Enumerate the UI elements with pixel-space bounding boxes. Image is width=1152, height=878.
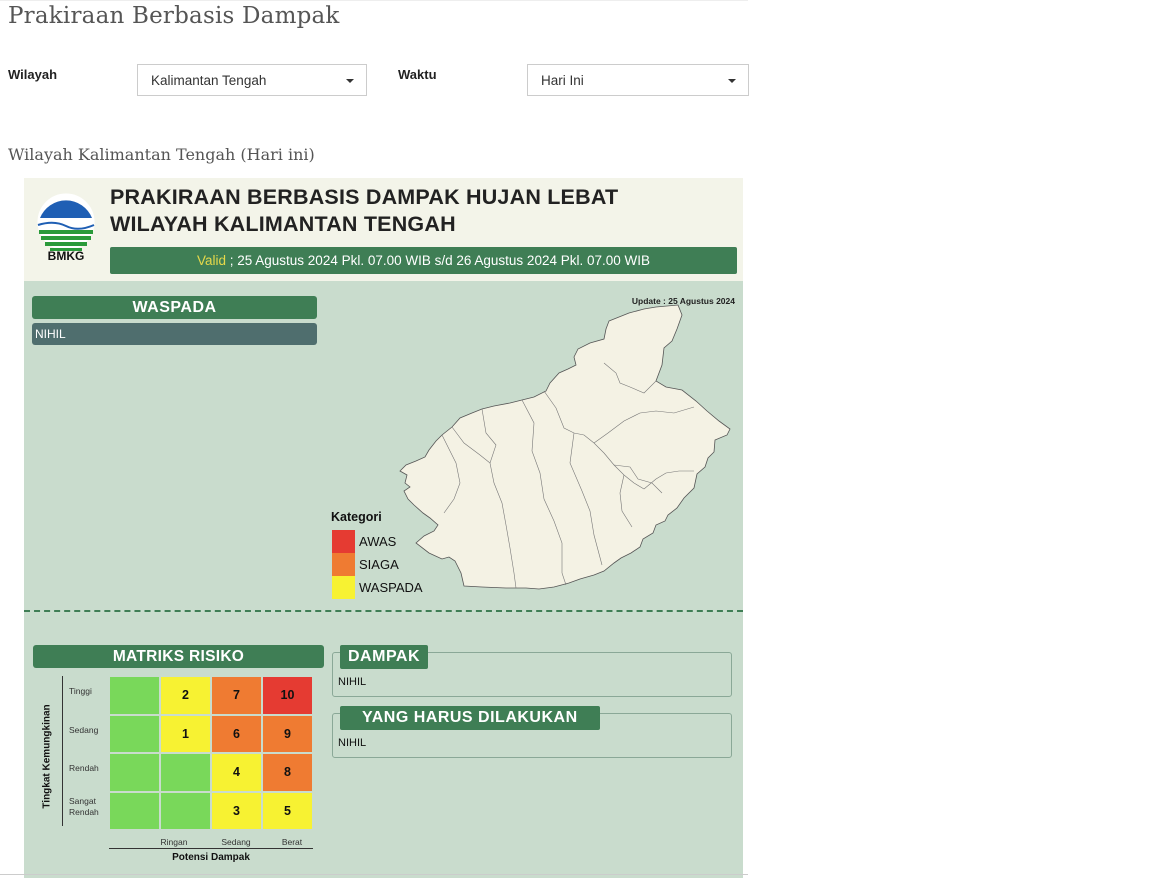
matrix-cell: 7 <box>211 676 262 715</box>
matrix-row-label: Rendah <box>69 763 99 773</box>
matrix-cell <box>109 753 160 792</box>
legend-label-waspada: WASPADA <box>359 580 423 595</box>
matrix-cell: 1 <box>160 714 211 753</box>
logo-text: BMKG <box>47 249 85 263</box>
legend-item-waspada: WASPADA <box>332 576 452 599</box>
legend-item-siaga: SIAGA <box>332 553 452 576</box>
matrix-cell: 8 <box>262 753 313 792</box>
matrix-row-label: Tinggi <box>69 686 92 696</box>
caret-down-icon <box>346 79 354 83</box>
wilayah-select[interactable]: Kalimantan Tengah <box>137 64 367 96</box>
matrix-heading: MATRIKS RISIKO <box>33 645 324 668</box>
legend-label-siaga: SIAGA <box>359 557 399 572</box>
matrix-x-axis-label: Potensi Dampak <box>172 852 250 863</box>
waspada-value: NIHIL <box>32 323 317 345</box>
legend-swatch-waspada <box>332 576 355 599</box>
legend-swatch-awas <box>332 530 355 553</box>
matrix-col-label: Berat <box>281 837 303 847</box>
bottom-border <box>0 874 748 875</box>
caret-down-icon <box>728 79 736 83</box>
yang-harus-value: NIHIL <box>338 737 367 749</box>
wilayah-label: Wilayah <box>8 67 58 82</box>
valid-word: Valid <box>196 253 226 268</box>
matrix-cell <box>160 791 211 830</box>
valid-period-bar: Valid ; 25 Agustus 2024 Pkl. 07.00 WIB s… <box>110 247 737 274</box>
matrix-cell: 4 <box>211 753 262 792</box>
legend-swatch-siaga <box>332 553 355 576</box>
yang-harus-heading: YANG HARUS DILAKUKAN <box>340 706 600 730</box>
top-border <box>0 0 748 1</box>
infographic-title: PRAKIRAAN BERBASIS DAMPAK HUJAN LEBAT WI… <box>110 184 618 238</box>
section-divider <box>24 610 743 612</box>
wilayah-select-value: Kalimantan Tengah <box>151 73 267 88</box>
matrix-cell: 3 <box>211 791 262 830</box>
legend-title: Kategori <box>331 510 382 524</box>
legend-item-awas: AWAS <box>332 530 452 553</box>
valid-period-text: ; 25 Agustus 2024 Pkl. 07.00 WIB s/d 26 … <box>226 253 651 268</box>
dampak-value: NIHIL <box>338 676 367 688</box>
matrix-cell <box>109 791 160 830</box>
matrix-cell: 5 <box>262 791 313 830</box>
page-title: Prakiraan Berbasis Dampak <box>8 3 340 29</box>
matrix-y-axis-line <box>62 676 63 826</box>
matrix-cell <box>160 753 211 792</box>
waspada-heading: WASPADA <box>32 296 317 319</box>
matrix-y-axis-label: Tingkat Kemungkinan <box>41 704 53 809</box>
matrix-cell: 2 <box>160 676 211 715</box>
matrix-row-label: Sangat Rendah <box>69 796 99 817</box>
matrix-row-label: Sedang <box>69 725 99 735</box>
forecast-infographic: BMKG PRAKIRAAN BERBASIS DAMPAK HUJAN LEB… <box>24 178 743 878</box>
title-line-2: WILAYAH KALIMANTAN TENGAH <box>110 212 456 236</box>
dampak-heading: DAMPAK <box>340 645 429 669</box>
matrix-cell <box>109 676 160 715</box>
matrix-cell: 6 <box>211 714 262 753</box>
matrix-cell: 9 <box>262 714 313 753</box>
waktu-label: Waktu <box>398 67 437 82</box>
matrix-cell: 10 <box>262 676 313 715</box>
matrix-cell <box>109 714 160 753</box>
title-line-1: PRAKIRAAN BERBASIS DAMPAK HUJAN LEBAT <box>110 185 619 209</box>
matrix-col-label: Ringan <box>160 837 188 847</box>
infographic-header: BMKG PRAKIRAAN BERBASIS DAMPAK HUJAN LEB… <box>24 178 743 281</box>
matrix-x-axis-line <box>109 848 313 849</box>
legend-label-awas: AWAS <box>359 534 397 549</box>
waktu-select-value: Hari Ini <box>541 73 584 88</box>
matrix-col-label: Sedang <box>221 837 251 847</box>
region-subtitle: Wilayah Kalimantan Tengah (Hari ini) <box>8 145 315 164</box>
waktu-select[interactable]: Hari Ini <box>527 64 749 96</box>
